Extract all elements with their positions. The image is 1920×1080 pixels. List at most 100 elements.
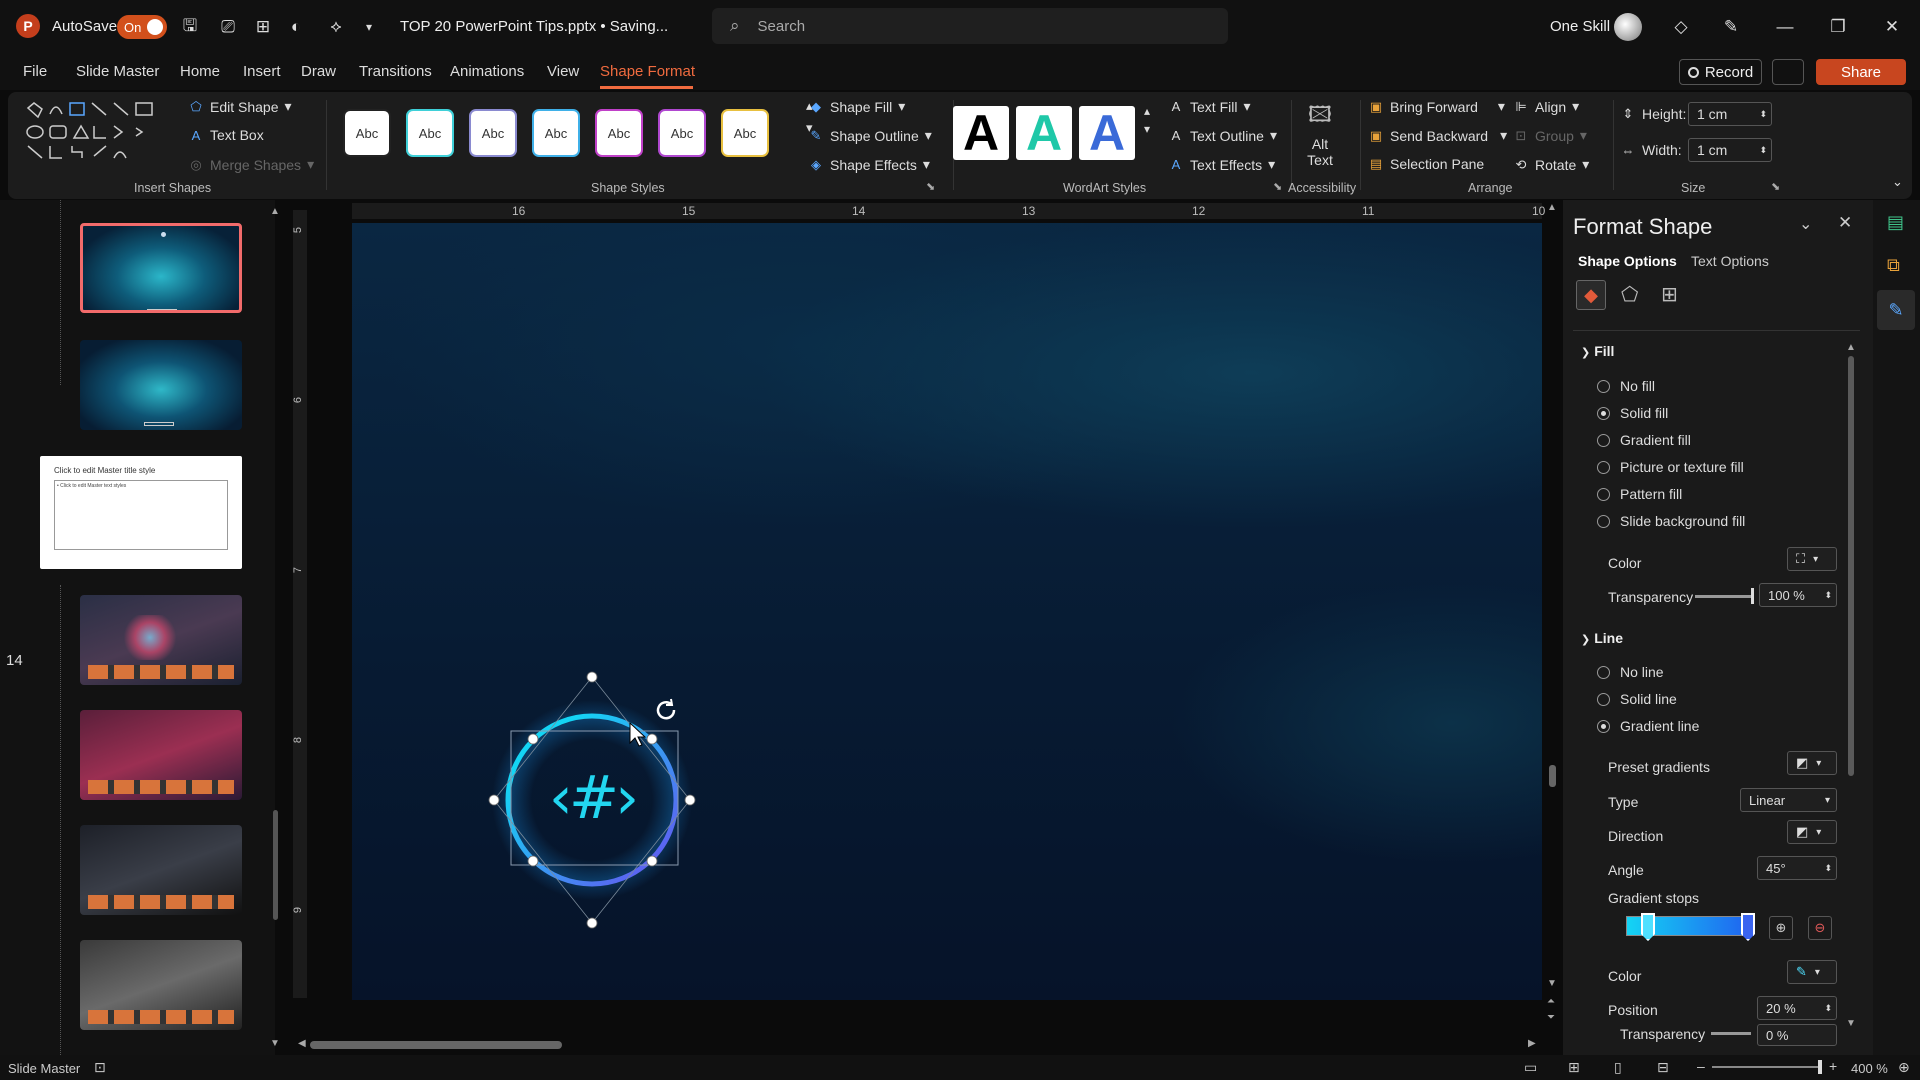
text-fill-button[interactable]: A Text Fill ▾ — [1168, 98, 1251, 115]
scroll-right-icon[interactable]: ▶ — [1528, 1038, 1536, 1049]
selection-pane-button[interactable]: ▤ Selection Pane — [1368, 156, 1484, 172]
user-name[interactable]: One Skill — [1550, 18, 1610, 35]
radio-button-icon[interactable] — [1597, 460, 1610, 474]
wordart-scroll-up[interactable]: ▴ — [1144, 104, 1150, 118]
radio-button-icon[interactable] — [1597, 719, 1610, 733]
maximize-icon[interactable]: ❐ — [1820, 13, 1856, 41]
tab-insert[interactable]: Insert — [243, 63, 281, 80]
bring-forward-button[interactable]: ▣ Bring Forward ▾ — [1368, 98, 1505, 115]
fill-section-header[interactable]: ❯ Fill — [1581, 343, 1614, 359]
remove-gradient-stop-icon[interactable]: ⊖ — [1808, 916, 1832, 940]
share-button[interactable]: Share — [1816, 59, 1906, 85]
master-thumbnail[interactable]: Click to edit Master title style • Click… — [40, 456, 242, 569]
size-properties-icon[interactable]: ⊞ — [1661, 282, 1678, 307]
comments-button[interactable] — [1772, 59, 1804, 85]
format-pane-icon[interactable]: ✎ — [1877, 290, 1915, 330]
zoom-slider-handle[interactable] — [1818, 1060, 1822, 1074]
slide-canvas[interactable]: ‹#› — [352, 223, 1542, 1000]
horizontal-scroll-thumb[interactable] — [310, 1041, 562, 1049]
radio-button-icon[interactable] — [1597, 692, 1610, 706]
fill-transparency-handle[interactable] — [1751, 588, 1754, 604]
normal-view-icon[interactable]: ▭ — [1524, 1059, 1537, 1076]
merge-shapes-button[interactable]: ◎ Merge Shapes ▾ — [188, 156, 314, 173]
pane-scroll-up-icon[interactable]: ▲ — [1846, 342, 1856, 353]
tab-draw[interactable]: Draw — [301, 63, 336, 80]
layout-thumbnail[interactable] — [80, 825, 242, 915]
reading-view-icon[interactable]: ▯ — [1614, 1059, 1622, 1076]
tab-shape-options[interactable]: Shape Options — [1578, 253, 1677, 269]
zoom-level[interactable]: 400 % — [1851, 1061, 1888, 1076]
layout-thumbnail[interactable] — [80, 710, 242, 800]
height-input[interactable]: 1 cm ⬍ — [1688, 102, 1772, 126]
document-title[interactable]: TOP 20 PowerPoint Tips.pptx • Saving... — [400, 18, 668, 35]
scroll-left-icon[interactable]: ◀ — [298, 1038, 306, 1049]
radio-button-icon[interactable] — [1597, 406, 1610, 420]
shape-style-swatch[interactable]: Abc — [406, 109, 454, 157]
minimize-icon[interactable]: — — [1767, 13, 1803, 41]
radio-button-icon[interactable] — [1597, 433, 1610, 447]
radio-option[interactable]: Pattern fill — [1597, 486, 1682, 502]
canvas-horizontal-scrollbar[interactable]: ◀ ▶ — [298, 1038, 1538, 1050]
diamond-icon[interactable]: ◇ — [1668, 14, 1694, 40]
selected-shape[interactable] — [352, 223, 1542, 1000]
radio-option[interactable]: No fill — [1597, 378, 1655, 394]
stop-transparency-input[interactable]: 0 % — [1757, 1024, 1837, 1046]
pane-scrollbar[interactable] — [1848, 356, 1854, 776]
fill-color-picker[interactable]: ⛶ ▾ — [1787, 547, 1837, 571]
gradient-type-select[interactable]: Linear ▾ — [1740, 788, 1837, 812]
rotate-button[interactable]: ⟲ Rotate ▾ — [1513, 156, 1590, 173]
wordart-style[interactable]: A — [953, 105, 1009, 161]
tab-animations[interactable]: Animations — [450, 63, 524, 80]
avatar[interactable] — [1614, 13, 1642, 41]
text-box-button[interactable]: A Text Box — [188, 127, 264, 143]
pane-scroll-down-icon[interactable]: ▼ — [1846, 1018, 1856, 1029]
tab-slide-master[interactable]: Slide Master — [76, 63, 159, 80]
tab-shape-format[interactable]: Shape Format — [600, 63, 695, 80]
wordart-style[interactable]: A — [1016, 105, 1072, 161]
radio-option[interactable]: Gradient fill — [1597, 432, 1691, 448]
tab-home[interactable]: Home — [180, 63, 220, 80]
canvas-vertical-scrollbar[interactable]: ▲ ▼ ⏶ ⏷ — [1547, 200, 1559, 1030]
gradient-stop-2[interactable] — [1741, 913, 1755, 941]
next-slide-icon[interactable]: ⏷ — [1547, 1012, 1555, 1023]
pane-options-icon[interactable]: ⌄ — [1799, 214, 1812, 234]
pane-close-icon[interactable]: ✕ — [1838, 213, 1852, 233]
zoom-slider[interactable] — [1712, 1066, 1822, 1068]
stop-color-picker[interactable]: ✎ ▾ — [1787, 960, 1837, 984]
tab-file[interactable]: File — [23, 63, 47, 80]
gradient-stop-1[interactable] — [1641, 913, 1655, 941]
radio-option[interactable]: Solid fill — [1597, 405, 1668, 421]
thumb-scroll-up-icon[interactable]: ▲ — [270, 206, 280, 217]
wordart-launcher-icon[interactable]: ⬊ — [1273, 180, 1282, 193]
group-button[interactable]: ⊡ Group ▾ — [1513, 127, 1587, 144]
radio-option[interactable]: Picture or texture fill — [1597, 459, 1744, 475]
shape-style-swatch[interactable]: Abc — [469, 109, 517, 157]
shape-icon[interactable]: ◐ — [283, 14, 309, 40]
shape-fill-button[interactable]: ◆ Shape Fill ▾ — [808, 98, 905, 115]
layout-thumbnail[interactable] — [80, 340, 242, 430]
slideshow-view-icon[interactable]: ⊟ — [1657, 1059, 1669, 1076]
shape-style-swatch[interactable]: Abc — [658, 109, 706, 157]
radio-option[interactable]: Solid line — [1597, 691, 1677, 707]
shape-style-swatch[interactable]: Abc — [721, 109, 769, 157]
radio-option[interactable]: No line — [1597, 664, 1664, 680]
size-launcher-icon[interactable]: ⬊ — [1771, 180, 1780, 193]
preset-gradients-picker[interactable]: ◩ ▾ — [1787, 751, 1837, 775]
customize-toolbar-icon[interactable]: ▾ — [356, 14, 382, 40]
record-button[interactable]: Record — [1679, 59, 1762, 85]
layout-thumbnail[interactable] — [80, 595, 242, 685]
line-section-header[interactable]: ❯ Line — [1581, 630, 1623, 646]
gradient-direction-picker[interactable]: ◩ ▾ — [1787, 820, 1837, 844]
autosave-toggle[interactable]: On — [117, 15, 167, 39]
vertical-scroll-thumb[interactable] — [1549, 765, 1556, 787]
previous-slide-icon[interactable]: ⏶ — [1547, 996, 1555, 1007]
collapse-ribbon-icon[interactable]: ⌄ — [1892, 174, 1903, 190]
width-input[interactable]: 1 cm ⬍ — [1688, 138, 1772, 162]
text-outline-button[interactable]: A Text Outline ▾ — [1168, 127, 1277, 144]
zoom-out-icon[interactable]: – — [1697, 1058, 1705, 1074]
shape-style-swatch[interactable]: Abc — [532, 109, 580, 157]
scroll-down-icon[interactable]: ▼ — [1547, 978, 1557, 989]
slide-sorter-icon[interactable]: ⊞ — [1568, 1059, 1580, 1076]
layout-thumbnail[interactable] — [80, 940, 242, 1030]
slide-number-placeholder[interactable]: ‹#› — [532, 763, 652, 833]
